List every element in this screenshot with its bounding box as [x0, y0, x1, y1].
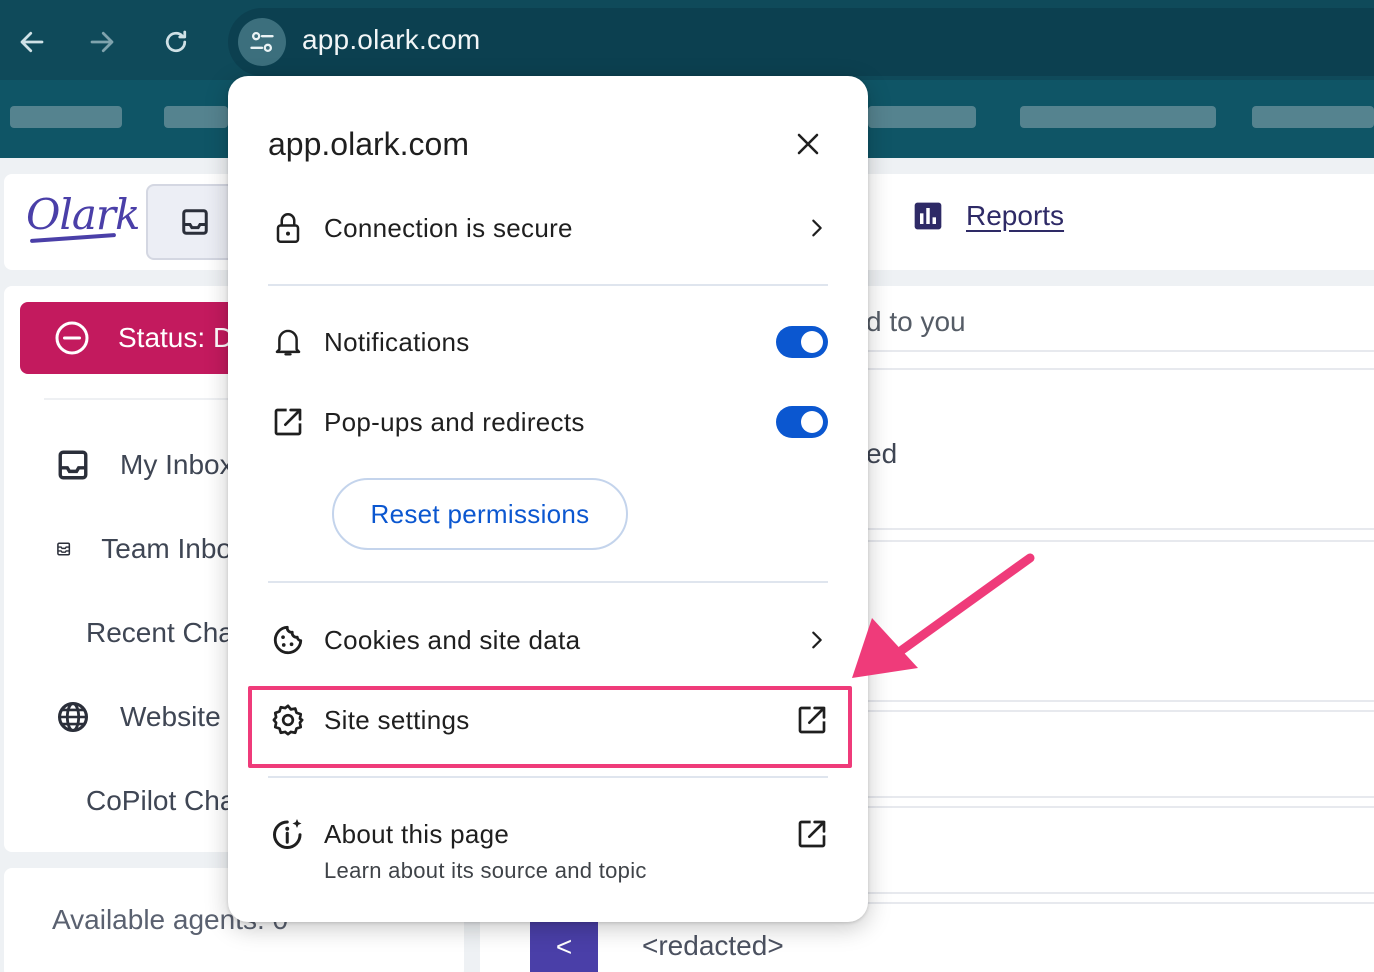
sidebar-item-team-inbox[interactable]: Team Inbox — [56, 532, 246, 566]
bell-icon — [268, 322, 308, 362]
open-in-new-icon — [268, 402, 308, 442]
sidebar-item-label: My Inbox — [120, 449, 234, 480]
open-in-new-icon — [796, 704, 828, 736]
sidebar-item-recent-chats[interactable]: Recent Chats — [56, 616, 246, 650]
row-divider — [868, 350, 1374, 352]
assigned-heading: d to you — [866, 306, 966, 337]
olark-logo[interactable]: Olark — [26, 190, 140, 239]
status-button[interactable]: Status: D — [20, 302, 250, 374]
back-arrow-icon — [20, 31, 44, 53]
row-divider — [868, 806, 1374, 808]
bookmark-blurred[interactable] — [868, 106, 976, 128]
forward-arrow-icon — [90, 31, 114, 53]
connection-label: Connection is secure — [324, 212, 573, 243]
row-divider — [868, 902, 1374, 904]
popups-row[interactable]: Pop-ups and redirects — [268, 402, 828, 442]
chevron-right-icon — [806, 629, 828, 651]
minus-circle-icon — [55, 321, 89, 355]
sidebar-item-label: CoPilot Chats — [86, 785, 246, 816]
connection-row[interactable]: Connection is secure — [268, 208, 828, 248]
reload-icon — [165, 30, 187, 53]
chevron-right-icon — [806, 217, 828, 239]
sidebar-item-label: Recent Chats — [86, 617, 246, 648]
notifications-label: Notifications — [324, 326, 470, 357]
gear-icon — [268, 700, 308, 740]
bar-chart-icon — [914, 202, 942, 230]
row-divider — [868, 796, 1374, 798]
bookmark-blurred[interactable] — [1020, 106, 1216, 128]
globe-icon — [57, 701, 89, 733]
popup-divider — [268, 776, 828, 778]
sidebar-item-copilot[interactable]: CoPilot Chats — [56, 784, 246, 818]
sidebar-item-my-inbox[interactable]: My Inbox — [56, 448, 246, 482]
lock-icon — [268, 208, 308, 248]
sidebar-item-label: Website — [120, 701, 221, 732]
row-divider — [868, 892, 1374, 894]
chat-row-text: ed — [866, 438, 898, 469]
cookie-icon — [268, 620, 308, 660]
row-divider — [868, 368, 1374, 370]
site-info-button[interactable] — [238, 18, 286, 66]
row-divider — [868, 540, 1374, 542]
reload-button[interactable] — [156, 22, 196, 62]
close-button[interactable] — [790, 126, 826, 162]
bookmark-blurred[interactable] — [164, 106, 228, 128]
sidebar-item-website[interactable]: Website — [56, 700, 246, 734]
site-info-popup: app.olark.com Connection is secure Notif… — [228, 76, 868, 922]
cookies-row[interactable]: Cookies and site data — [268, 620, 828, 660]
back-button[interactable] — [12, 22, 52, 62]
about-page-row[interactable]: About this page — [268, 814, 828, 854]
status-label: Status: D — [118, 322, 234, 353]
visitor-name: <redacted> — [642, 930, 784, 961]
popup-title: app.olark.com — [268, 126, 469, 162]
reset-permissions-button[interactable]: Reset permissions — [332, 478, 628, 550]
forward-button[interactable] — [82, 22, 122, 62]
close-icon — [797, 133, 819, 155]
info-sparkle-icon — [268, 814, 308, 854]
bookmark-blurred[interactable] — [10, 106, 122, 128]
inbox-icon — [58, 450, 88, 480]
sidebar-item-label: Team Inbox — [101, 533, 246, 564]
collapse-button[interactable]: < — [530, 922, 598, 972]
popups-label: Pop-ups and redirects — [324, 406, 585, 437]
tune-icon — [250, 31, 274, 53]
open-in-new-icon — [796, 818, 828, 850]
reports-link[interactable]: Reports — [912, 200, 1064, 232]
cookies-label: Cookies and site data — [324, 624, 581, 655]
popup-divider — [268, 581, 828, 583]
row-divider — [868, 700, 1374, 702]
popups-toggle[interactable] — [776, 406, 828, 438]
bookmark-blurred[interactable] — [1252, 106, 1374, 128]
notifications-row[interactable]: Notifications — [268, 322, 828, 362]
about-page-label: About this page — [324, 818, 510, 849]
site-settings-row[interactable]: Site settings — [268, 700, 828, 740]
about-page-subtitle: Learn about its source and topic — [324, 858, 647, 883]
reports-label: Reports — [966, 200, 1065, 231]
site-settings-label: Site settings — [324, 704, 470, 735]
row-divider — [868, 528, 1374, 530]
popup-divider — [268, 284, 828, 286]
sidebar-divider — [44, 398, 244, 400]
inbox-icon — [182, 209, 208, 235]
notifications-toggle[interactable] — [776, 326, 828, 358]
team-inbox-icon — [57, 542, 71, 556]
url-text[interactable]: app.olark.com — [302, 24, 480, 56]
row-divider — [868, 710, 1374, 712]
